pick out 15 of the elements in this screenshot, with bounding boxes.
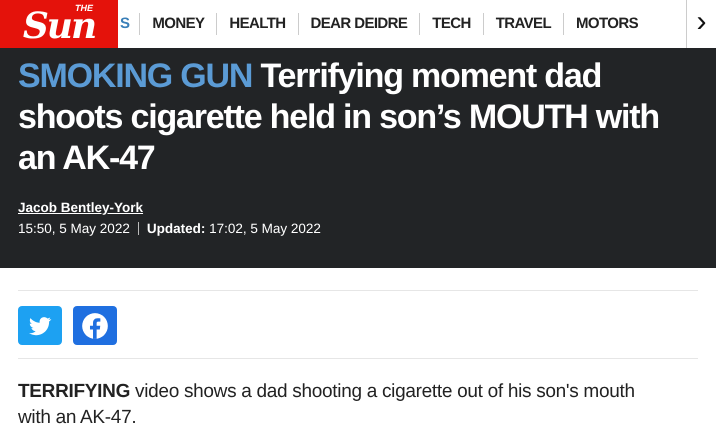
nav-link[interactable]: HEALTH	[216, 13, 298, 35]
updated-date: Updated: 17:02, 5 May 2022	[146, 221, 321, 236]
nav-link[interactable]: TRAVEL	[482, 13, 564, 35]
share-button[interactable]	[18, 306, 62, 345]
nav-link[interactable]: DEAR DEIDRE	[298, 13, 420, 35]
share-button[interactable]	[73, 306, 117, 345]
nav-link[interactable]: MONEY	[139, 13, 216, 35]
author-link[interactable]: Jacob Bentley-York	[18, 200, 144, 215]
nav-link[interactable]: MOTORS	[563, 13, 650, 35]
headline: SMOKING GUN Terrifying moment dad shoots cigarette held in son’s MOUTH with an AK-47	[18, 56, 660, 179]
nav-link[interactable]: S	[118, 13, 140, 35]
facebook-f-icon	[81, 312, 109, 340]
nav-link[interactable]: TECH	[419, 13, 483, 35]
publish-date: 15:50, 5 May 2022	[18, 221, 130, 236]
lead-paragraph: TERRIFYING video shows a dad shooting a cigarette out of his son's mouth with an AK-47.	[18, 380, 636, 430]
